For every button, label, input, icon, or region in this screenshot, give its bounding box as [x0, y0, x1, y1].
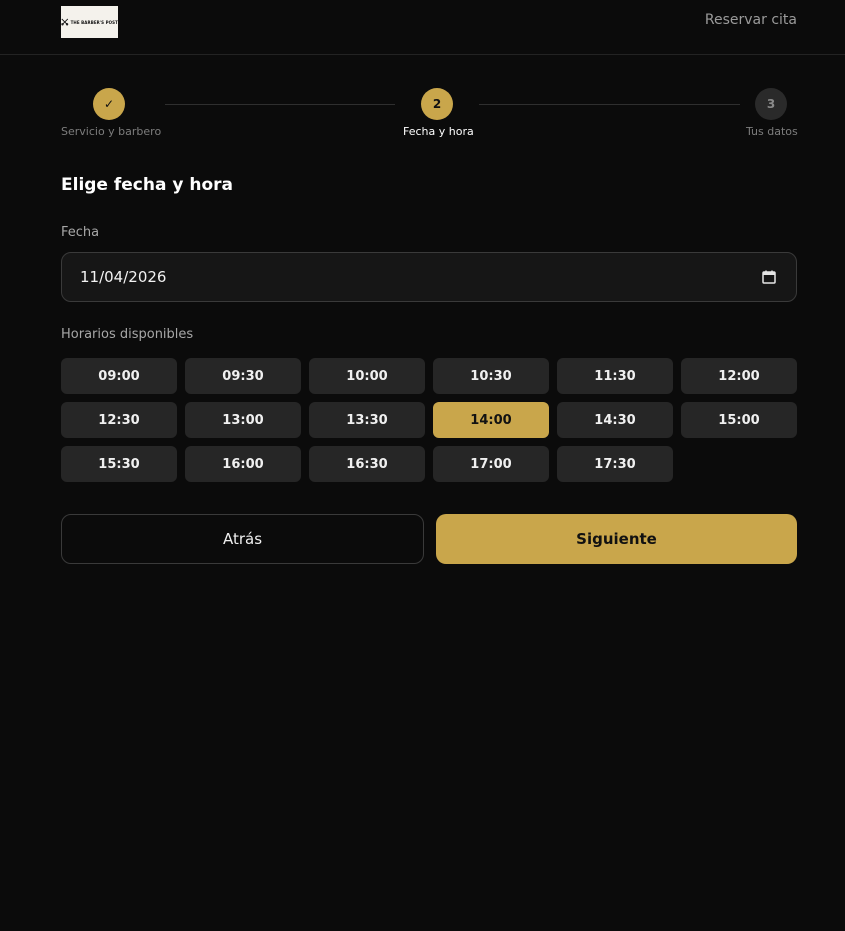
time-slot[interactable]: 17:00 — [433, 446, 549, 482]
stepper-connector — [165, 104, 395, 105]
date-value: 11/04/2026 — [80, 268, 167, 286]
scissors-icon — [61, 18, 69, 26]
top-header: THE BARBER'S POST Reservar cita — [0, 0, 845, 55]
step-3-indicator: 3 — [755, 88, 787, 120]
time-slots-label: Horarios disponibles — [61, 327, 194, 342]
logo-text: THE BARBER'S POST — [70, 19, 118, 25]
step-2-indicator: 2 — [421, 88, 453, 120]
time-slot[interactable]: 10:00 — [309, 358, 425, 394]
back-button[interactable]: Atrás — [61, 514, 424, 564]
time-slot[interactable]: 09:30 — [185, 358, 301, 394]
time-slot[interactable]: 15:00 — [681, 402, 797, 438]
booking-stepper: ✓ Servicio y barbero 2 Fecha y hora 3 Tu… — [61, 87, 798, 147]
stepper-connector — [479, 104, 740, 105]
step-1-label: Servicio y barbero — [61, 125, 162, 138]
time-slot[interactable]: 09:00 — [61, 358, 177, 394]
date-label: Fecha — [61, 225, 100, 240]
time-slot-selected[interactable]: 14:00 — [433, 402, 549, 438]
time-slot[interactable]: 17:30 — [557, 446, 673, 482]
time-slot[interactable]: 10:30 — [433, 358, 549, 394]
time-slot[interactable]: 12:30 — [61, 402, 177, 438]
brand-logo[interactable]: THE BARBER'S POST — [61, 6, 118, 38]
date-input[interactable]: 11/04/2026 — [61, 252, 797, 302]
time-slot[interactable]: 12:00 — [681, 358, 797, 394]
step-2-label: Fecha y hora — [403, 125, 474, 138]
reserve-appointment-link[interactable]: Reservar cita — [705, 12, 797, 28]
time-slot[interactable]: 16:30 — [309, 446, 425, 482]
next-button[interactable]: Siguiente — [436, 514, 797, 564]
page-title: Elige fecha y hora — [61, 175, 234, 195]
time-slot[interactable]: 11:30 — [557, 358, 673, 394]
time-slot[interactable]: 13:30 — [309, 402, 425, 438]
time-slot[interactable]: 15:30 — [61, 446, 177, 482]
time-slot[interactable]: 14:30 — [557, 402, 673, 438]
step-3-label: Tus datos — [746, 125, 798, 138]
step-1-check-icon: ✓ — [93, 88, 125, 120]
time-slot[interactable]: 13:00 — [185, 402, 301, 438]
time-slot[interactable]: 16:00 — [185, 446, 301, 482]
calendar-icon[interactable] — [760, 268, 778, 286]
time-slots-grid: 09:00 09:30 10:00 10:30 11:30 12:00 12:3… — [61, 358, 797, 482]
